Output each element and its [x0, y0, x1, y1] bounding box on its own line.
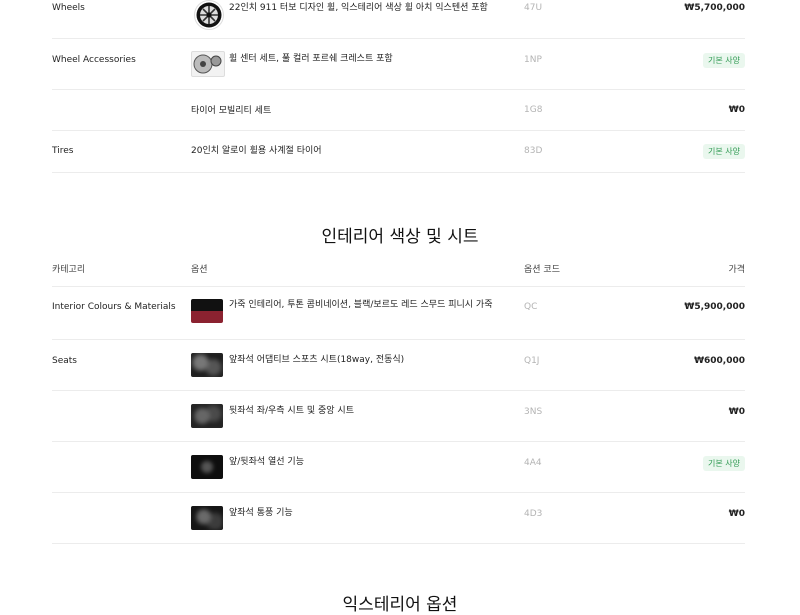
- row-option: 타이어 모빌리티 세트: [191, 106, 272, 116]
- table-row: 앞/뒷좌석 열선 기능 4A4 기본 사양: [52, 442, 745, 493]
- row-option: 앞좌석 통풍 기능: [229, 508, 293, 518]
- options-page: Wheels 22인치 911 터보 디자인 휠, 익스테리어 색상 휠 아치 …: [0, 0, 800, 615]
- table-row: Seats 앞좌석 어댑티브 스포츠 시트(18way, 전동식) Q1J ₩6…: [52, 340, 745, 391]
- table-row: Tires 20인치 알로이 휠용 사계절 타이어 83D 기본 사양: [52, 131, 745, 173]
- row-option: 앞좌석 어댑티브 스포츠 시트(18way, 전동식): [229, 355, 405, 365]
- row-option: 22인치 911 터보 디자인 휠, 익스테리어 색상 휠 아치 익스텐션 포함: [229, 3, 488, 13]
- section-title: 인테리어 색상 및 시트: [321, 227, 479, 247]
- table-row: Wheels 22인치 911 터보 디자인 휠, 익스테리어 색상 휠 아치 …: [52, 0, 745, 39]
- header-option: 옵션: [191, 265, 208, 275]
- row-code: 1G8: [524, 105, 543, 115]
- row-code: 47U: [524, 3, 543, 13]
- row-price: ₩0: [728, 407, 745, 417]
- status-badge: 기본 사양: [703, 144, 745, 159]
- row-category: Wheels: [52, 3, 85, 13]
- row-code: Q1J: [524, 356, 540, 366]
- row-price: ₩5,900,000: [684, 302, 745, 312]
- row-price: ₩0: [728, 105, 745, 115]
- row-code: QC: [524, 302, 538, 312]
- row-code: 3NS: [524, 407, 543, 417]
- header-price: 가격: [728, 265, 745, 275]
- row-price: ₩5,700,000: [684, 3, 745, 13]
- row-option: 앞/뒷좌석 열선 기능: [229, 457, 304, 467]
- row-category: Wheel Accessories: [52, 55, 136, 65]
- row-code: 4D3: [524, 509, 543, 519]
- row-price: ₩600,000: [694, 356, 745, 366]
- row-price: ₩0: [728, 509, 745, 519]
- row-code: 1NP: [524, 55, 542, 65]
- row-option: 가죽 인테리어, 투톤 콤비네이션, 블랙/보르도 레드 스무드 피니시 가죽: [229, 300, 493, 310]
- header-category: 카테고리: [52, 265, 86, 275]
- row-category: Seats: [52, 356, 77, 366]
- seat-photo-icon: [191, 455, 223, 479]
- table-header: 카테고리 옵션 옵션 코드 가격: [52, 262, 745, 287]
- color-swatch-icon: [191, 299, 223, 323]
- row-code: 4A4: [524, 458, 542, 468]
- table-row: Interior Colours & Materials 가죽 인테리어, 투톤…: [52, 287, 745, 340]
- seat-photo-icon: [191, 353, 223, 377]
- next-section-title: 익스테리어 옵션: [342, 595, 458, 615]
- table-row: 뒷좌석 좌/우측 시트 및 중앙 시트 3NS ₩0: [52, 391, 745, 442]
- wheel-icon: [194, 0, 224, 30]
- row-category: Tires: [52, 146, 74, 156]
- row-option: 20인치 알로이 휠용 사계절 타이어: [191, 146, 322, 156]
- table-row: Wheel Accessories 휠 센터 세트, 풀 컬러 포르쉐 크레스트…: [52, 39, 745, 90]
- row-category: Interior Colours & Materials: [52, 302, 176, 312]
- status-badge: 기본 사양: [703, 53, 745, 68]
- header-code: 옵션 코드: [524, 265, 560, 275]
- table-row: 타이어 모빌리티 세트 1G8 ₩0: [52, 90, 745, 131]
- table-row: 앞좌석 통풍 기능 4D3 ₩0: [52, 493, 745, 544]
- row-code: 83D: [524, 146, 543, 156]
- row-option: 뒷좌석 좌/우측 시트 및 중앙 시트: [229, 406, 354, 416]
- wheel-center-icon: [191, 51, 225, 77]
- seat-photo-icon: [191, 506, 223, 530]
- seat-photo-icon: [191, 404, 223, 428]
- row-option: 휠 센터 세트, 풀 컬러 포르쉐 크레스트 포함: [229, 54, 393, 64]
- status-badge: 기본 사양: [703, 456, 745, 471]
